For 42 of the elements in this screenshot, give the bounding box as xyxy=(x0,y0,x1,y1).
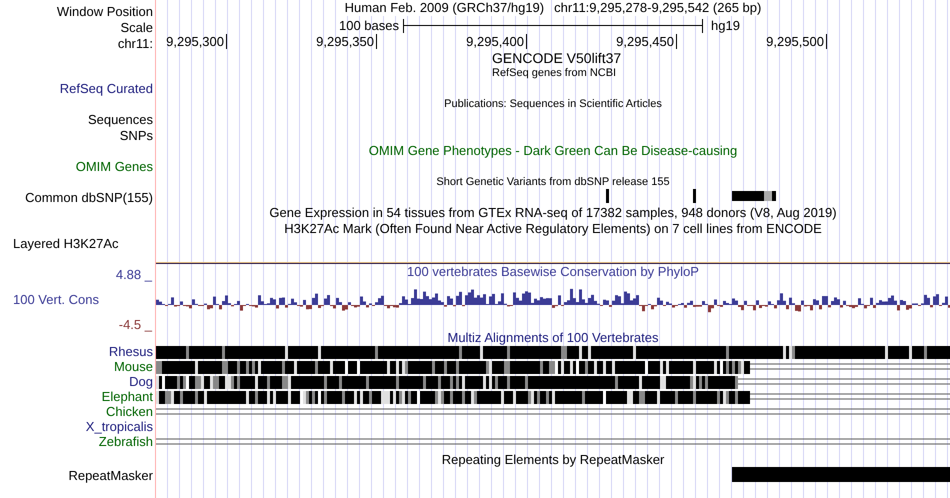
track-label[interactable]: Sequences xyxy=(88,112,153,127)
track-label[interactable]: Layered H3K27Ac xyxy=(13,236,119,251)
assembly-title: Human Feb. 2009 (GRCh37/hg19) xyxy=(344,0,544,16)
track-label[interactable]: Dog xyxy=(129,374,153,389)
ruler-tick-label: 9,295,450 xyxy=(616,34,677,49)
track-label[interactable]: 4.88 _ xyxy=(116,267,152,282)
track-title: H3K27Ac Mark (Often Found Near Active Regulatory Elements) on 7 cell lines from ENCODE xyxy=(284,221,822,237)
track-label[interactable]: 100 Vert. Cons xyxy=(13,292,99,307)
ruler-tick-label: 9,295,300 xyxy=(166,34,227,49)
track-title: Repeating Elements by RepeatMasker xyxy=(442,452,664,467)
track-label[interactable]: -4.5 _ xyxy=(118,317,152,332)
variant-mark xyxy=(732,191,776,201)
variant-mark xyxy=(693,189,696,203)
ruler-tick-label: 9,295,500 xyxy=(766,34,827,49)
track-title: Publications: Sequences in Scientific Articles xyxy=(444,97,662,111)
track-label[interactable]: Elephant xyxy=(102,389,153,404)
track-label[interactable]: Window Position xyxy=(56,4,153,19)
ruler-tick-label: 9,295,400 xyxy=(466,34,527,49)
track-label[interactable]: Scale xyxy=(120,20,153,35)
track-label[interactable]: RepeatMasker xyxy=(68,468,153,483)
track-title: GENCODE V50lift37 xyxy=(492,50,622,66)
track-label[interactable]: chr11: xyxy=(118,36,153,51)
assembly-text: hg19 xyxy=(710,17,740,35)
track-title: Short Genetic Variants from dbSNP release 155 xyxy=(436,175,670,189)
position-text: chr11:9,295,278-9,295,542 (265 bp) xyxy=(554,0,762,16)
track-label[interactable]: Rhesus xyxy=(108,344,153,359)
track-label[interactable]: OMIM Genes xyxy=(76,159,153,174)
track-label[interactable]: Chicken xyxy=(106,404,153,419)
track-label[interactable]: Zebrafish xyxy=(98,434,153,449)
track-title: 100 vertebrates Basewise Conservation by PhyloP xyxy=(407,264,699,280)
track-label[interactable]: X_tropicalis xyxy=(86,419,153,434)
track-title: Multiz Alignments of 100 Vertebrates xyxy=(447,331,658,345)
track-label[interactable]: Common dbSNP(155) xyxy=(25,190,153,205)
track-label[interactable]: Mouse xyxy=(114,359,153,374)
variant-mark xyxy=(606,189,609,203)
track-title: OMIM Gene Phenotypes - Dark Green Can Be Disease-causing xyxy=(368,143,738,159)
track-title: Gene Expression in 54 tissues from GTEx RNA-seq of 17382 samples, 948 donors (V8, Aug 2019) xyxy=(269,205,837,221)
track-label[interactable]: SNPs xyxy=(120,128,153,143)
ruler-tick-label: 9,295,350 xyxy=(316,34,377,49)
track-title: RefSeq genes from NCBI xyxy=(492,66,616,80)
track-label[interactable]: RefSeq Curated xyxy=(60,81,153,96)
scale-text: 100 bases xyxy=(339,17,400,35)
